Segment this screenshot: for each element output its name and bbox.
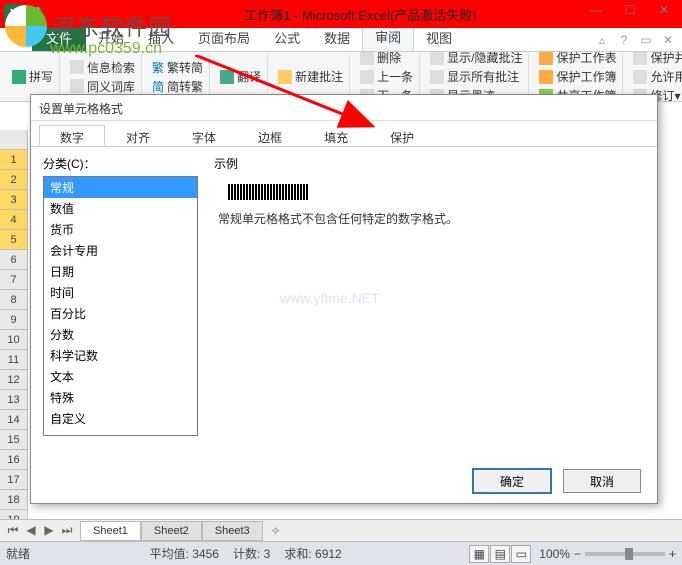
- status-bar: 就绪 平均值: 3456 计数: 3 求和: 6912 ▦ ▤ ▭ 100% −…: [0, 541, 682, 565]
- row-header: 10: [0, 330, 27, 350]
- category-item[interactable]: 数值: [44, 198, 197, 219]
- dialog-tabs: 数字 对齐 字体 边框 填充 保护: [31, 121, 657, 147]
- row-header: 3: [0, 190, 27, 210]
- row-header: 6: [0, 250, 27, 270]
- row-header: 4: [0, 210, 27, 230]
- sheet-tab[interactable]: Sheet2: [141, 521, 202, 541]
- row-header: 13: [0, 390, 27, 410]
- new-comment-button[interactable]: 新建批注: [278, 68, 343, 85]
- cancel-button[interactable]: 取消: [563, 469, 641, 493]
- status-count: 计数: 3: [233, 545, 270, 562]
- ribbon-tab-layout[interactable]: 页面布局: [186, 24, 262, 51]
- protect-workbook-button[interactable]: 保护工作簿: [539, 68, 616, 85]
- row-header: 11: [0, 350, 27, 370]
- zoom-level[interactable]: 100%: [539, 547, 570, 561]
- delete-comment-button[interactable]: 删除: [360, 52, 413, 66]
- category-item[interactable]: 特殊: [44, 387, 197, 408]
- help-icon[interactable]: ?: [616, 32, 632, 48]
- close-workbook-icon[interactable]: ✕: [660, 32, 676, 48]
- row-header: 7: [0, 270, 27, 290]
- row-header: 15: [0, 430, 27, 450]
- zoom-in-icon[interactable]: +: [669, 547, 676, 561]
- row-header: 1: [0, 150, 27, 170]
- sheet-tab[interactable]: Sheet1: [80, 521, 141, 541]
- close-button[interactable]: ✕: [648, 0, 680, 21]
- row-header: 8: [0, 290, 27, 310]
- sheet-tab[interactable]: Sheet3: [202, 521, 263, 541]
- status-avg: 平均值: 3456: [150, 545, 219, 562]
- category-item[interactable]: 日期: [44, 261, 197, 282]
- prev-comment-button[interactable]: 上一条: [360, 68, 413, 85]
- dialog-tab-number[interactable]: 数字: [39, 125, 105, 146]
- category-label: 分类(C)：: [43, 155, 198, 172]
- new-sheet-icon[interactable]: ✧: [263, 521, 289, 541]
- watermark-icon: [5, 5, 47, 47]
- view-normal-icon[interactable]: ▦: [469, 545, 489, 563]
- watermark-center: www.yftme.NET: [280, 290, 380, 306]
- dialog-tab-fill[interactable]: 填充: [303, 125, 369, 146]
- showall-comments-button[interactable]: 显示所有批注: [430, 68, 522, 85]
- sheet-nav-last-icon[interactable]: ⏭: [58, 523, 76, 538]
- translate-button[interactable]: 翻译: [220, 68, 261, 85]
- row-header: 2: [0, 170, 27, 190]
- watermark-url: www.pc0359.cn: [50, 40, 162, 58]
- category-item[interactable]: 自定义: [44, 408, 197, 429]
- dialog-tab-border[interactable]: 边框: [237, 125, 303, 146]
- row-header: 12: [0, 370, 27, 390]
- showhide-comment-button[interactable]: 显示/隐藏批注: [430, 52, 522, 66]
- spellcheck-button[interactable]: 拼写: [12, 68, 53, 85]
- sheet-tabs-bar: ⏮ ◀ ▶ ⏭ Sheet1 Sheet2 Sheet3 ✧: [0, 519, 682, 541]
- sheet-nav-next-icon[interactable]: ▶: [40, 523, 58, 538]
- category-item[interactable]: 时间: [44, 282, 197, 303]
- example-preview: [228, 184, 308, 200]
- category-list[interactable]: 常规 数值 货币 会计专用 日期 时间 百分比 分数 科学记数 文本 特殊 自定…: [43, 176, 198, 436]
- dialog-tab-font[interactable]: 字体: [171, 125, 237, 146]
- example-label: 示例: [214, 155, 645, 172]
- allow-edit-ranges-button[interactable]: 允许用户编辑区域: [633, 68, 682, 85]
- help-icons: ▵ ? ▭ ✕: [594, 32, 676, 48]
- s2t-button[interactable]: 繁繁转简: [152, 59, 203, 76]
- category-item[interactable]: 常规: [44, 177, 197, 198]
- ok-button[interactable]: 确定: [473, 469, 551, 493]
- category-item[interactable]: 文本: [44, 366, 197, 387]
- research-button[interactable]: 信息检索: [70, 59, 135, 76]
- minimize-button[interactable]: —: [580, 0, 612, 21]
- category-item[interactable]: 会计专用: [44, 240, 197, 261]
- view-pagebreak-icon[interactable]: ▭: [511, 545, 531, 563]
- row-header: 14: [0, 410, 27, 430]
- example-desc: 常规单元格格式不包含任何特定的数字格式。: [218, 210, 641, 227]
- zoom-out-icon[interactable]: −: [574, 547, 581, 561]
- ribbon-tab-formula[interactable]: 公式: [262, 24, 312, 51]
- t2s-button[interactable]: 简简转繁: [152, 78, 203, 95]
- view-layout-icon[interactable]: ▤: [490, 545, 510, 563]
- ribbon-tab-data[interactable]: 数据: [312, 24, 362, 51]
- row-header: 9: [0, 310, 27, 330]
- dialog-tab-alignment[interactable]: 对齐: [105, 125, 171, 146]
- status-ready: 就绪: [6, 545, 30, 562]
- watermark-site: 河东软件园: [53, 10, 173, 42]
- row-header: 16: [0, 450, 27, 470]
- maximize-button[interactable]: ☐: [614, 0, 646, 21]
- category-item[interactable]: 货币: [44, 219, 197, 240]
- row-header: 5: [0, 230, 27, 250]
- protect-sheet-button[interactable]: 保护工作表: [539, 52, 616, 66]
- sheet-nav-prev-icon[interactable]: ◀: [22, 523, 40, 538]
- dialog-tab-protection[interactable]: 保护: [369, 125, 435, 146]
- status-sum: 求和: 6912: [284, 545, 341, 562]
- row-header: 18: [0, 490, 27, 510]
- row-headers[interactable]: 12345 678910111213141516171819: [0, 130, 28, 541]
- row-header: 17: [0, 470, 27, 490]
- dialog-title: 设置单元格格式: [31, 95, 657, 121]
- ribbon-tab-view[interactable]: 视图: [414, 24, 464, 51]
- category-item[interactable]: 百分比: [44, 303, 197, 324]
- thesaurus-button[interactable]: 同义词库: [70, 78, 135, 95]
- category-item[interactable]: 科学记数: [44, 345, 197, 366]
- sheet-nav-first-icon[interactable]: ⏮: [4, 523, 22, 538]
- protect-share-button[interactable]: 保护并共享工作簿: [633, 52, 682, 66]
- restore-window-icon[interactable]: ▭: [638, 32, 654, 48]
- zoom-slider[interactable]: [585, 552, 665, 556]
- minimize-ribbon-icon[interactable]: ▵: [594, 32, 610, 48]
- category-item[interactable]: 分数: [44, 324, 197, 345]
